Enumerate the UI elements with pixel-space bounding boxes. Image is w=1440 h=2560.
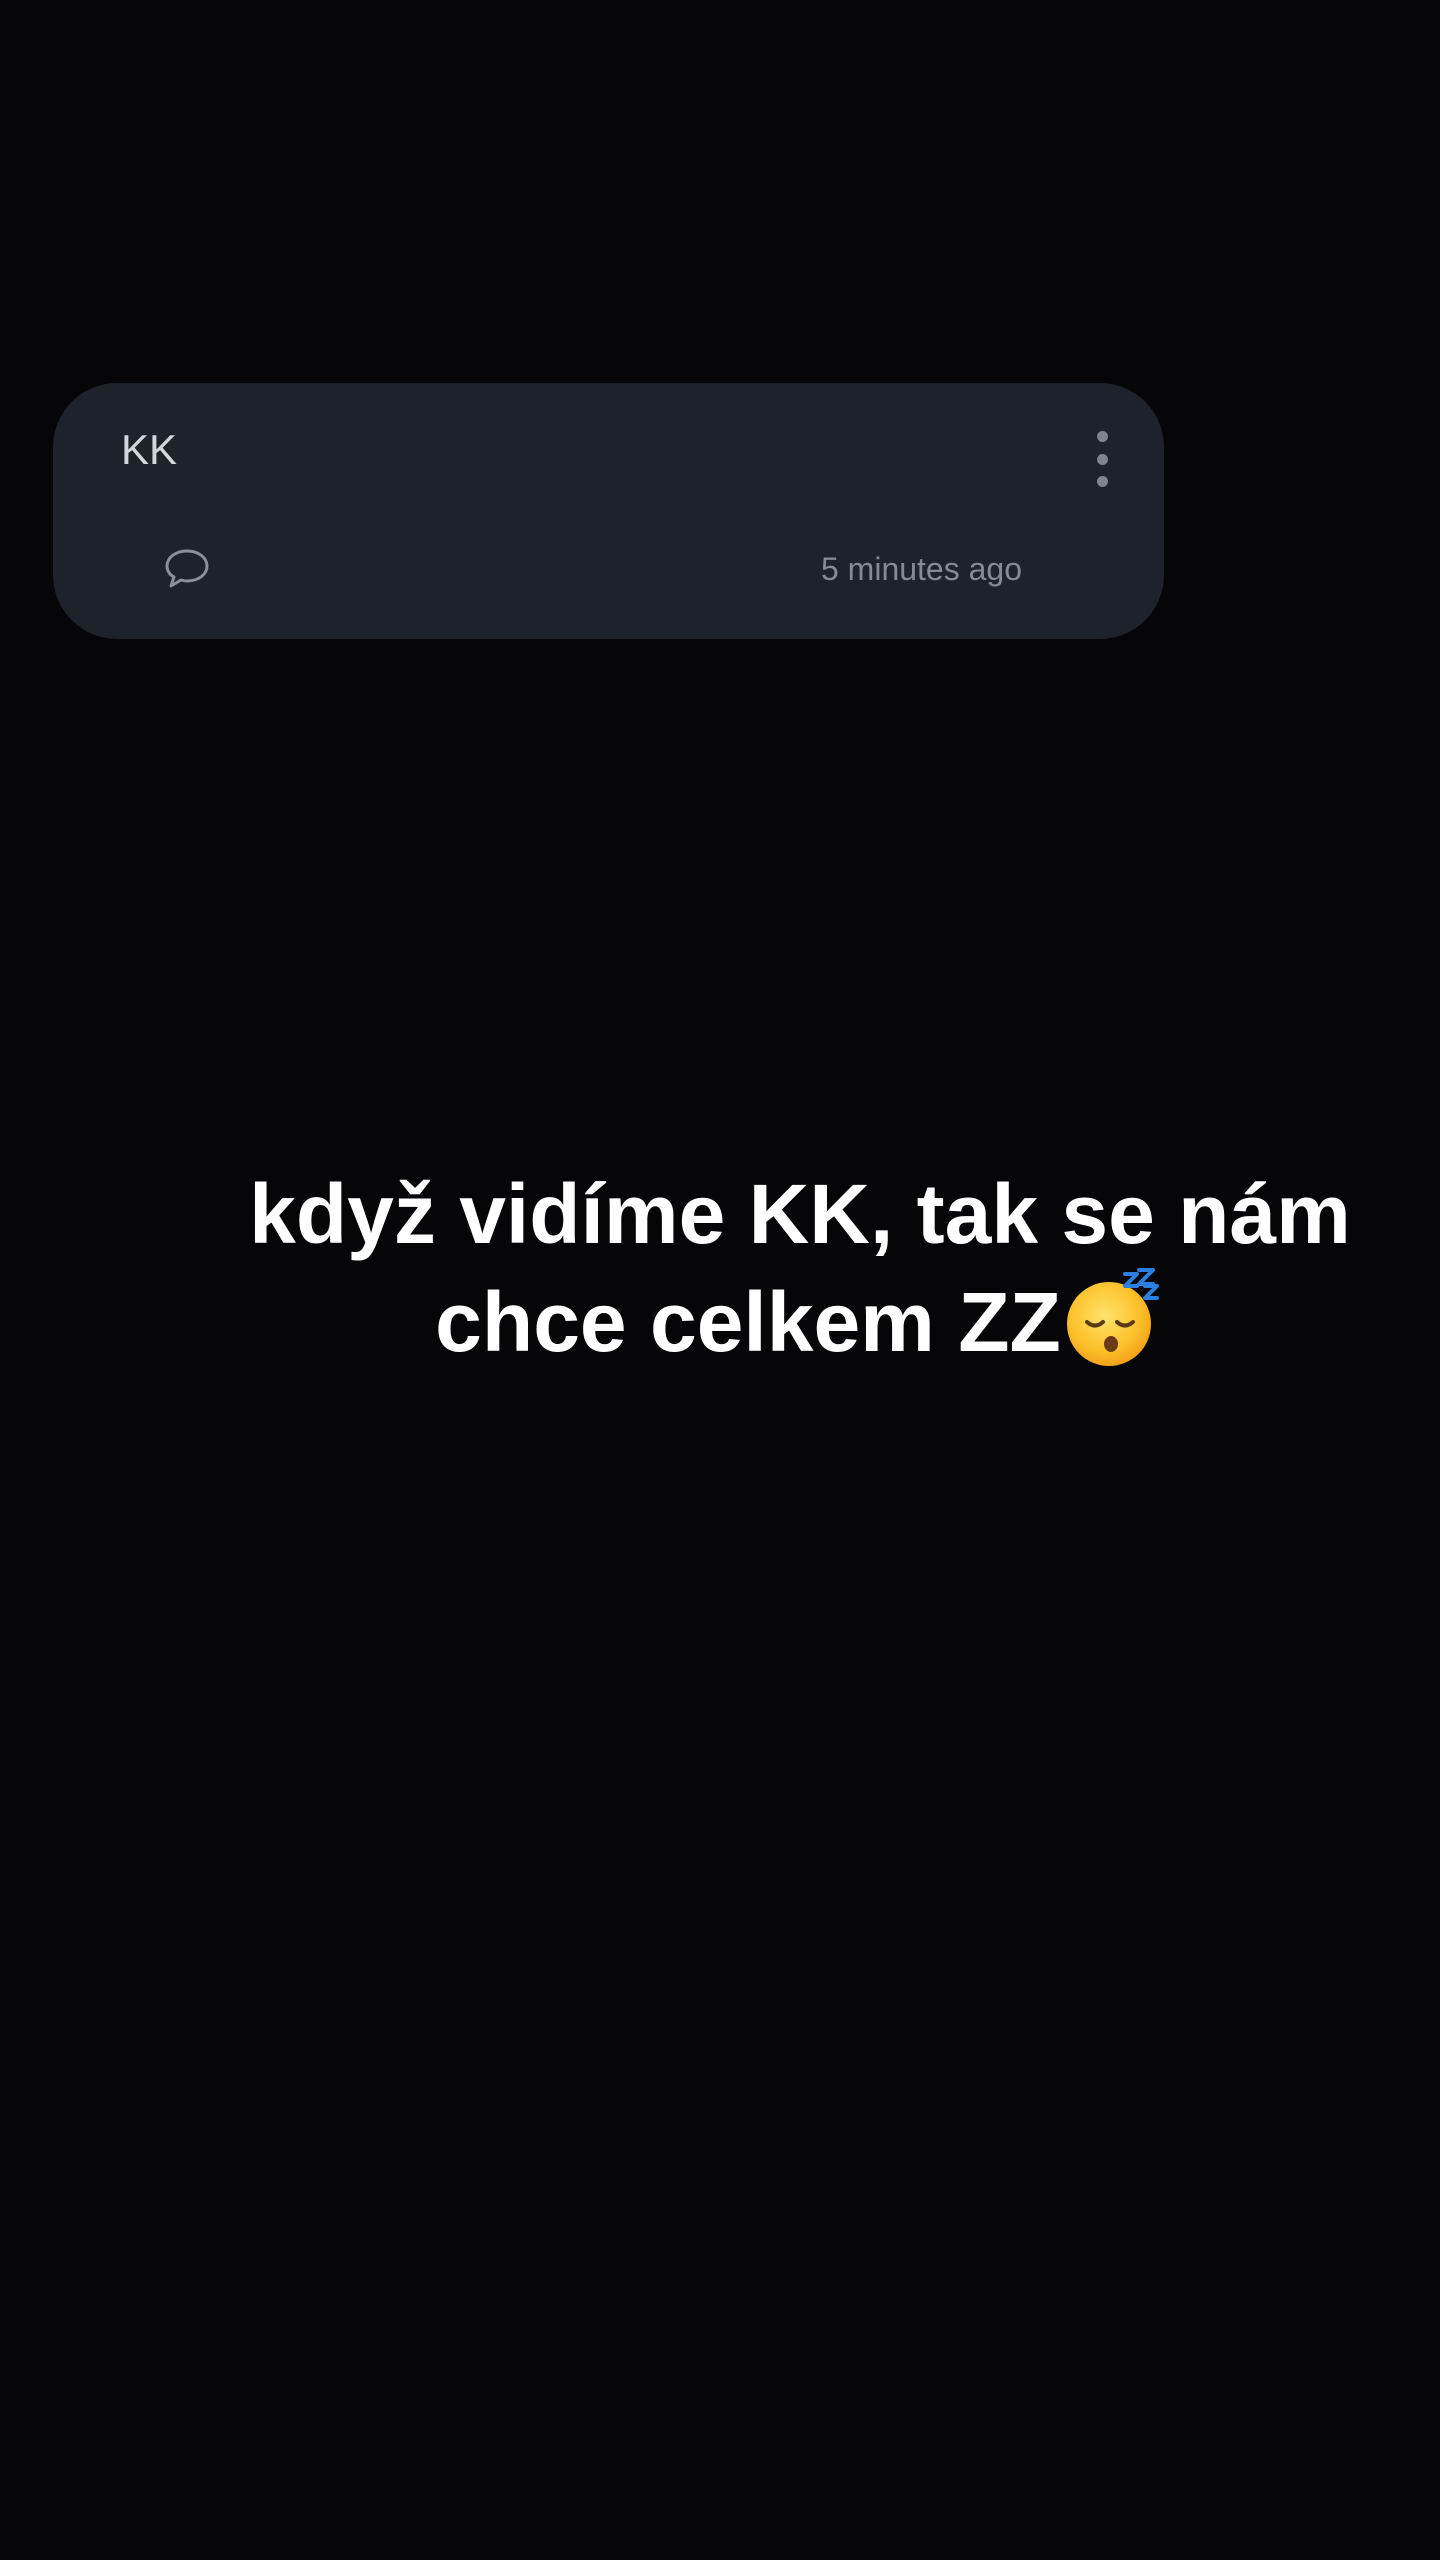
caption-line-1: když vidíme KK, tak se nám — [249, 1167, 1351, 1261]
sleeping-face-emoji — [1066, 1267, 1159, 1366]
post-card[interactable]: KK 5 minutes ago — [53, 383, 1164, 639]
caption-text: když vidíme KK, tak se nám chce celkem Z… — [190, 1160, 1410, 1376]
more-options-button[interactable] — [1087, 427, 1117, 491]
speech-bubble-icon — [165, 549, 209, 588]
more-vertical-icon-dot — [1096, 453, 1108, 465]
caption-line-2: chce celkem ZZ — [435, 1275, 1061, 1369]
comment-button[interactable] — [163, 547, 211, 591]
post-timestamp: 5 minutes ago — [820, 551, 1022, 587]
more-vertical-icon — [1096, 431, 1108, 442]
more-vertical-icon-dot — [1096, 476, 1108, 487]
caption-overlay: když vidíme KK, tak se nám chce celkem Z… — [190, 1160, 1410, 1376]
post-title: KK — [121, 426, 178, 473]
caption-line-2-container: chce celkem ZZ — [190, 1267, 1410, 1376]
